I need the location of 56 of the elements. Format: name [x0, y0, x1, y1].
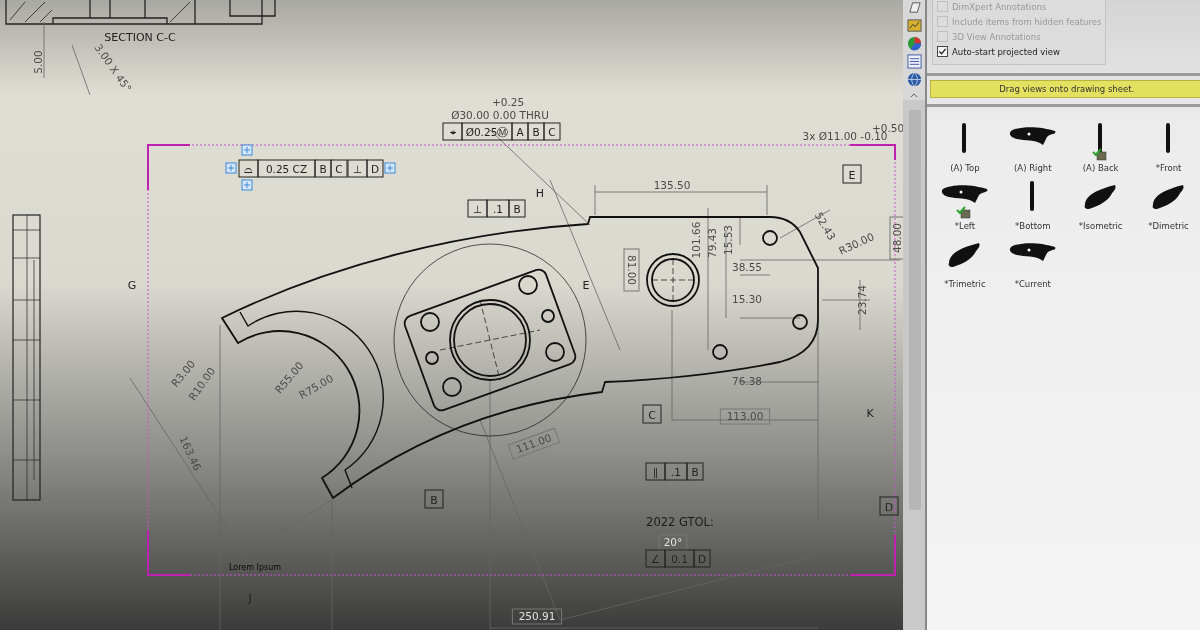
- datum-label: C: [642, 404, 662, 424]
- dimension-text: 5.00: [32, 50, 44, 74]
- dimension-text: 23.74: [856, 284, 868, 316]
- add-handle-icon[interactable]: [241, 179, 253, 191]
- view-thumbnail[interactable]: *Current: [998, 237, 1067, 289]
- feature-control-frame: ⊥ D: [347, 159, 384, 178]
- dimension-text: 101.66: [690, 221, 702, 259]
- globe-icon[interactable]: [906, 72, 922, 87]
- dimension-text: 15.53: [722, 224, 734, 256]
- dimension-text: 135.50: [653, 179, 691, 191]
- color-ball-icon[interactable]: [906, 36, 922, 51]
- add-handle-icon[interactable]: [225, 162, 237, 174]
- note-text: 2022 GTOL:: [646, 515, 714, 529]
- dimension-text: 250.91: [518, 610, 556, 622]
- dimension-text: 20°: [663, 536, 683, 548]
- view-thumbnail[interactable]: *Bottom: [998, 179, 1067, 231]
- view-thumbnail[interactable]: *Isometric: [1066, 179, 1135, 231]
- sheet-icon[interactable]: [906, 0, 922, 15]
- dimension-text: Ø30.00 0.00 THRU: [451, 109, 549, 121]
- datum-label: D: [879, 496, 899, 516]
- callout-letter: E: [582, 279, 590, 292]
- callout-letter: G: [127, 279, 137, 292]
- view-thumbnail[interactable]: *Dimetric: [1134, 179, 1200, 231]
- dimension-text: 38.55: [731, 261, 763, 273]
- feature-control-frame: ∥ .1 B: [645, 462, 704, 481]
- datum-label: B: [424, 489, 444, 509]
- feature-control-frame: ⊥ .1 B: [467, 199, 526, 218]
- feature-control-frame: ⌖ Ø0.25Ⓜ A B C: [442, 122, 561, 141]
- dimension-text: 15.30: [731, 293, 763, 305]
- list-icon[interactable]: [906, 54, 922, 69]
- feature-control-frame: ∠ 0.1 D: [645, 549, 711, 568]
- dimension-text: 113.00: [726, 410, 764, 422]
- collapse-icon[interactable]: [910, 93, 918, 98]
- checkbox[interactable]: [937, 46, 948, 57]
- view-thumbnail[interactable]: (A) Top: [931, 121, 999, 173]
- view-thumbnail[interactable]: *Left: [931, 179, 999, 231]
- dimension-text: 79.43: [706, 227, 718, 259]
- dimension-text: 76.38: [731, 375, 763, 387]
- dimension-text: 81.00: [626, 254, 638, 286]
- checkbox-option[interactable]: Auto-start projected view: [937, 45, 1102, 58]
- hint-banner: Drag views onto drawing sheet.: [930, 80, 1200, 98]
- section-label: SECTION C-C: [104, 31, 176, 44]
- callout-letter: H: [535, 187, 545, 200]
- chart-icon[interactable]: [906, 18, 922, 33]
- feature-control-frame: ⌓ 0.25 CZ B C: [238, 159, 348, 178]
- add-handle-icon[interactable]: [241, 144, 253, 156]
- add-handle-icon[interactable]: [384, 162, 396, 174]
- small-note: Lorem Ipsum: [228, 563, 282, 572]
- view-thumbnail[interactable]: *Trimetric: [931, 237, 999, 289]
- view-thumbnail[interactable]: (A) Back: [1066, 121, 1135, 173]
- view-thumbnail[interactable]: *Front: [1134, 121, 1200, 173]
- dimension-text: 48.00: [891, 222, 903, 254]
- dimension-text: +0.25: [491, 96, 525, 108]
- callout-letter: K: [866, 407, 874, 420]
- datum-label: E: [842, 164, 862, 184]
- view-thumbnail[interactable]: (A) Right: [998, 121, 1067, 173]
